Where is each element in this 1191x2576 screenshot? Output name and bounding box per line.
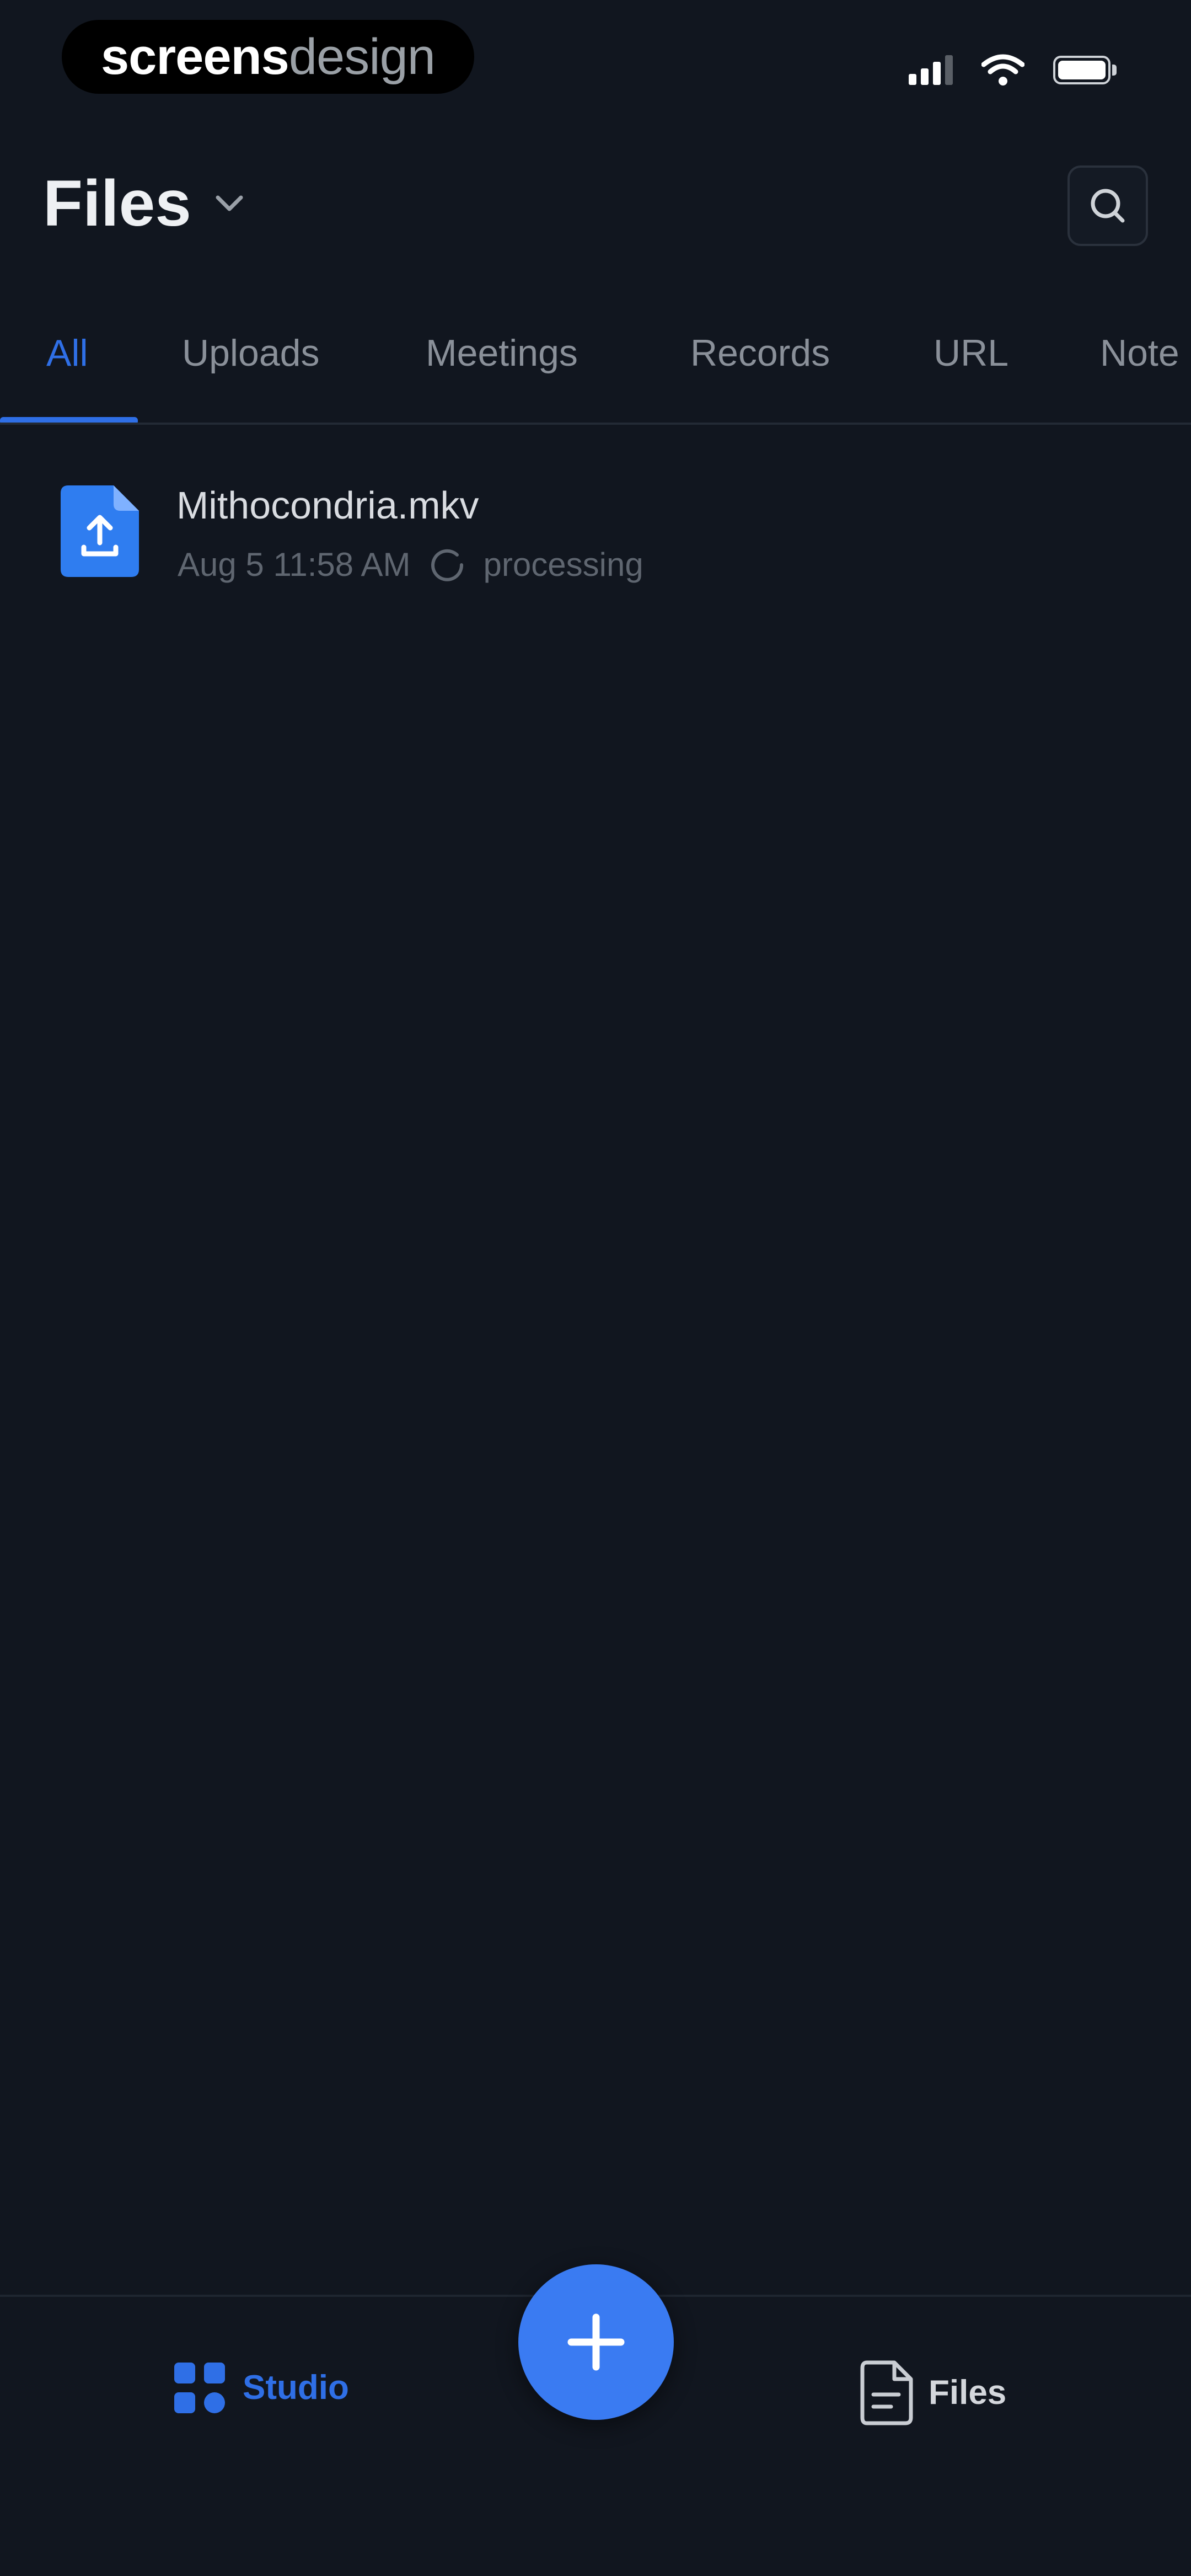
- brand-primary-text: screens: [101, 29, 289, 85]
- loading-spinner-icon: [431, 549, 463, 581]
- search-icon: [1091, 189, 1125, 223]
- file-status: processing: [483, 546, 643, 583]
- tab-all[interactable]: All: [46, 331, 88, 376]
- nav-studio-label: Studio: [243, 2369, 349, 2407]
- tab-records[interactable]: Records: [690, 331, 830, 376]
- wifi-icon: [981, 54, 1024, 85]
- tab-bar: All Uploads Meetings Records URL Note: [0, 309, 1191, 425]
- file-timestamp: Aug 5 11:58 AM: [178, 546, 411, 583]
- active-tab-indicator: [0, 417, 138, 423]
- tab-uploads[interactable]: Uploads: [182, 331, 320, 376]
- search-button[interactable]: [1067, 165, 1148, 246]
- tab-meetings[interactable]: Meetings: [426, 331, 578, 376]
- page-title: Files: [43, 167, 191, 240]
- list-item[interactable]: Mithocondria.mkv Aug 5 11:58 AM processi…: [0, 463, 1191, 596]
- status-bar: screensdesign: [0, 0, 1191, 132]
- plus-icon: [567, 2313, 625, 2371]
- tab-note[interactable]: Note: [1100, 331, 1179, 376]
- brand-watermark: screensdesign: [62, 20, 474, 94]
- chevron-down-icon: [216, 195, 243, 211]
- file-name: Mithocondria.mkv: [176, 484, 479, 527]
- signal-bars-icon: [909, 55, 953, 85]
- nav-studio[interactable]: Studio: [172, 2360, 349, 2415]
- add-button[interactable]: [518, 2264, 674, 2420]
- nav-files[interactable]: Files: [860, 2360, 1006, 2425]
- header: Files: [0, 132, 1191, 298]
- battery-icon: [1053, 54, 1119, 86]
- grid-icon: [174, 2363, 225, 2413]
- status-icons: [909, 51, 1119, 89]
- tab-url[interactable]: URL: [934, 331, 1008, 376]
- brand-secondary-text: design: [288, 29, 436, 85]
- document-icon: [860, 2360, 913, 2425]
- nav-files-label: Files: [929, 2374, 1007, 2412]
- title-dropdown[interactable]: Files: [43, 171, 244, 236]
- file-upload-icon: [61, 485, 139, 577]
- file-meta: Aug 5 11:58 AM processing: [178, 545, 643, 585]
